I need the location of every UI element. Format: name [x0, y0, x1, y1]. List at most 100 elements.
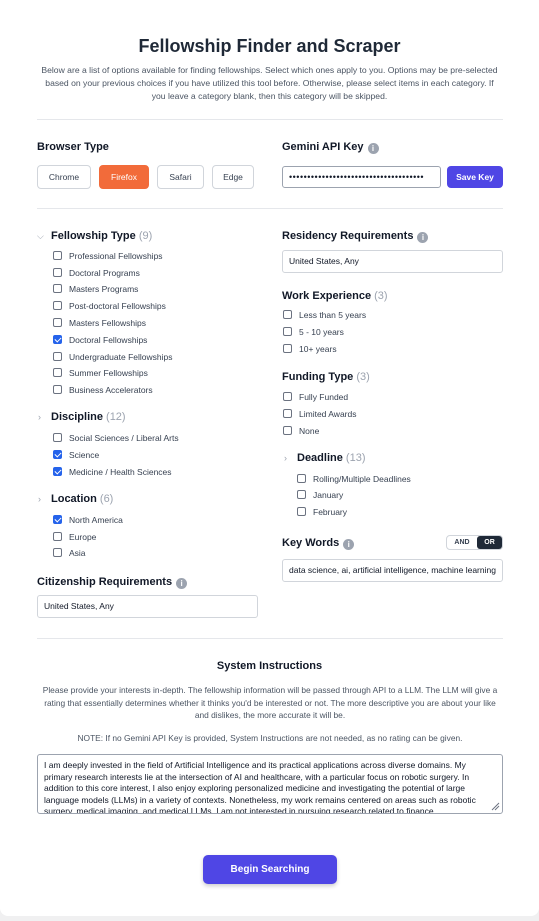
resize-handle-icon[interactable] — [490, 801, 500, 811]
key-words-input[interactable]: data science, ai, artificial intelligenc… — [282, 559, 503, 582]
intro-text: Below are a list of options available fo… — [41, 65, 498, 101]
info-icon[interactable]: i — [417, 232, 429, 243]
deadline-option[interactable]: Rolling/Multiple Deadlines — [297, 474, 411, 486]
checkbox[interactable] — [53, 284, 62, 293]
discipline-label[interactable]: Discipline (12) — [51, 411, 126, 423]
system-instructions-description: Please provide your interests in-depth. … — [42, 685, 498, 720]
browser-safari-button[interactable]: Safari — [157, 165, 204, 189]
work-experience-option[interactable]: Less than 5 years — [283, 310, 366, 322]
deadline-option[interactable]: January — [297, 490, 343, 502]
option-label: Medicine / Health Sciences — [69, 467, 172, 477]
option-label: Undergraduate Fellowships — [69, 352, 173, 362]
work-experience-option[interactable]: 5 - 10 years — [283, 327, 344, 339]
discipline-option[interactable]: Medicine / Health Sciences — [53, 467, 172, 479]
citizenship-input[interactable]: United States, Any — [37, 595, 258, 618]
deadline-label[interactable]: Deadline (13) — [297, 452, 365, 464]
fellowship-option[interactable]: Undergraduate Fellowships — [53, 352, 172, 364]
fellowship-option[interactable]: Summer Fellowships — [53, 368, 148, 380]
checkbox[interactable] — [283, 426, 292, 435]
checkbox[interactable] — [297, 474, 306, 483]
browser-edge-button[interactable]: Edge — [212, 165, 254, 189]
key-words-label-text: Key Words — [282, 537, 340, 549]
funding-type-option[interactable]: Fully Funded — [283, 392, 348, 404]
option-label: None — [299, 426, 320, 436]
option-label: 5 - 10 years — [299, 327, 344, 337]
gemini-api-key-input[interactable]: ••••••••••••••••••••••••••••••••••••• — [282, 166, 441, 188]
discipline-option[interactable]: Social Sciences / Liberal Arts — [53, 433, 179, 445]
chevron-right-icon[interactable]: › — [38, 494, 41, 504]
info-icon[interactable]: i — [176, 578, 188, 589]
gemini-api-key-label-text: Gemini API Key — [282, 141, 364, 153]
fellowship-option[interactable]: Doctoral Programs — [53, 268, 140, 280]
checkbox[interactable] — [53, 548, 62, 557]
option-label: Science — [69, 450, 100, 460]
chevron-right-icon[interactable]: › — [284, 453, 287, 463]
fellowship-option[interactable]: Masters Fellowships — [53, 318, 146, 330]
system-instructions-textarea[interactable]: I am deeply invested in the field of Art… — [37, 754, 503, 814]
checkbox[interactable] — [53, 318, 62, 327]
checkbox[interactable] — [283, 392, 292, 401]
checkbox[interactable] — [53, 368, 62, 377]
info-icon[interactable]: i — [367, 143, 379, 154]
browser-firefox-button[interactable]: Firefox — [99, 165, 149, 189]
residency-input[interactable]: United States, Any — [282, 250, 503, 273]
save-key-button[interactable]: Save Key — [447, 166, 503, 188]
checkbox-checked[interactable] — [53, 335, 62, 344]
fellowship-type-label[interactable]: Fellowship Type (9) — [51, 230, 152, 242]
option-label: Social Sciences / Liberal Arts — [69, 433, 179, 443]
begin-searching-button[interactable]: Begin Searching — [203, 855, 337, 884]
info-icon[interactable]: i — [343, 539, 355, 550]
checkbox-checked[interactable] — [53, 450, 62, 459]
fellowship-option[interactable]: Doctoral Fellowships — [53, 335, 147, 347]
checkbox[interactable] — [53, 352, 62, 361]
checkbox[interactable] — [283, 310, 292, 319]
checkbox[interactable] — [297, 507, 306, 516]
funding-type-option[interactable]: None — [283, 426, 319, 438]
work-experience-option[interactable]: 10+ years — [283, 344, 337, 356]
checkbox[interactable] — [53, 385, 62, 394]
checkbox[interactable] — [283, 409, 292, 418]
deadline-option[interactable]: February — [297, 507, 347, 519]
funding-type-label-text: Funding Type — [282, 371, 354, 383]
key-words-label: Key Words i — [282, 537, 355, 550]
and-or-toggle[interactable]: AND OR — [446, 535, 503, 550]
checkbox[interactable] — [53, 301, 62, 310]
checkbox[interactable] — [297, 490, 306, 499]
checkbox-checked[interactable] — [53, 467, 62, 476]
fellowship-option[interactable]: Professional Fellowships — [53, 251, 163, 263]
divider — [37, 638, 503, 639]
checkbox[interactable] — [53, 268, 62, 277]
browser-chrome-button[interactable]: Chrome — [37, 165, 91, 189]
fellowship-option[interactable]: Business Accelerators — [53, 385, 153, 397]
discipline-option[interactable]: Science — [53, 450, 99, 462]
checkbox[interactable] — [283, 344, 292, 353]
chevron-right-icon[interactable]: › — [38, 412, 41, 422]
location-label[interactable]: Location (6) — [51, 493, 113, 505]
option-label: Less than 5 years — [299, 310, 367, 320]
gemini-api-key-label: Gemini API Key i — [282, 141, 379, 154]
checkbox-checked[interactable] — [53, 515, 62, 524]
chevron-down-icon[interactable]: ⌵ — [37, 231, 44, 242]
page-title: Fellowship Finder and Scraper — [138, 36, 401, 56]
option-label: Masters Programs — [69, 284, 139, 294]
location-option[interactable]: Asia — [53, 548, 86, 560]
option-label: Masters Fellowships — [69, 318, 146, 328]
fellowship-option[interactable]: Post-doctoral Fellowships — [53, 301, 166, 313]
funding-type-option[interactable]: Limited Awards — [283, 409, 356, 421]
checkbox[interactable] — [53, 251, 62, 260]
option-label: 10+ years — [299, 344, 337, 354]
checkbox[interactable] — [53, 532, 62, 541]
option-label: North America — [69, 515, 123, 525]
checkbox[interactable] — [283, 327, 292, 336]
option-label: Professional Fellowships — [69, 251, 163, 261]
and-toggle-option[interactable]: AND — [447, 536, 477, 549]
location-option[interactable]: Europe — [53, 532, 96, 544]
fellowship-option[interactable]: Masters Programs — [53, 284, 138, 296]
divider — [37, 208, 503, 209]
option-label: Post-doctoral Fellowships — [69, 301, 166, 311]
location-option[interactable]: North America — [53, 515, 123, 527]
option-label: Fully Funded — [299, 392, 349, 402]
citizenship-label-text: Citizenship Requirements — [37, 576, 173, 588]
checkbox[interactable] — [53, 433, 62, 442]
or-toggle-option[interactable]: OR — [477, 536, 502, 549]
